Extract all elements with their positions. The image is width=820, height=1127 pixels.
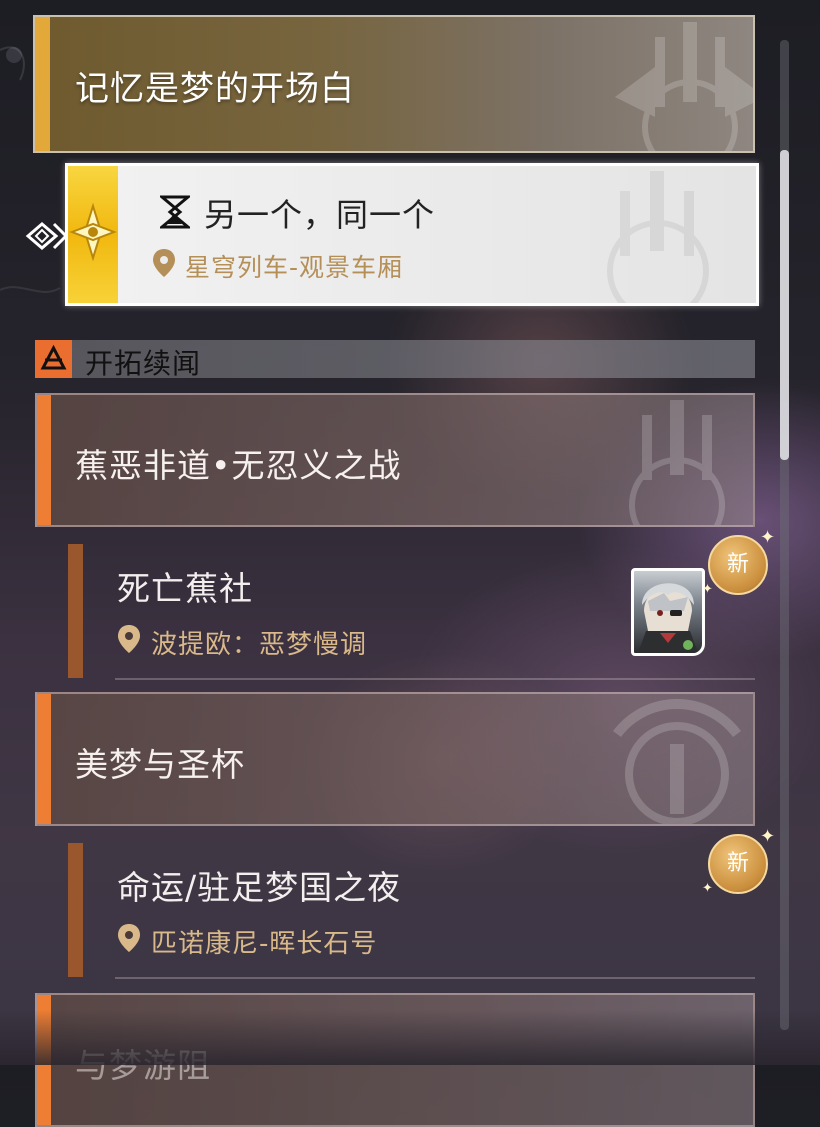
sparkle-icon: ✦ — [702, 881, 713, 896]
scrollbar-thumb[interactable] — [780, 150, 789, 460]
chapter-header-card[interactable]: 记忆是梦的开场白 — [33, 15, 755, 153]
star-emblem-icon — [69, 202, 117, 262]
quest-title: 命运/驻足梦国之夜 — [117, 868, 402, 907]
selected-quest-location: 星穹列车-观景车厢 — [185, 253, 404, 282]
quest-list-item[interactable]: 命运/驻足梦国之夜 匹诺康尼-晖长石号 新 ✦ ✦ — [35, 828, 775, 979]
quest-list-item[interactable]: 死亡蕉社 波提欧：恶梦慢调 新 ✦ ✦ — [35, 529, 775, 680]
quest-type-strip — [68, 166, 118, 303]
emblem-decoration-icon — [613, 699, 741, 824]
sparkle-icon: ✦ — [760, 826, 776, 847]
chapter-accent-bar — [35, 17, 50, 151]
divider — [115, 977, 755, 979]
quest-group-card[interactable]: 美梦与圣杯 — [35, 692, 755, 826]
selected-quest-card[interactable]: 另一个，同一个 星穹列车-观景车厢 — [65, 163, 759, 306]
section-header: 开拓续闻 — [35, 340, 755, 380]
group-accent-bar — [37, 694, 51, 824]
location-pin-icon — [118, 924, 140, 952]
emblem-decoration-icon — [607, 171, 709, 303]
group-title: 美梦与圣杯 — [75, 745, 245, 784]
emblem-decoration-icon — [629, 400, 725, 525]
quest-title: 死亡蕉社 — [117, 569, 253, 608]
quest-location: 波提欧：恶梦慢调 — [151, 630, 368, 660]
hourglass-icon — [160, 195, 190, 229]
quest-accent-bar — [68, 544, 83, 678]
group-accent-bar — [37, 395, 51, 525]
quest-location: 匹诺康尼-晖长石号 — [151, 929, 378, 959]
divider — [115, 678, 755, 680]
character-avatar — [631, 568, 705, 656]
quest-accent-bar — [68, 843, 83, 977]
selection-indicator-icon — [25, 222, 68, 250]
trailblaze-icon — [35, 340, 72, 378]
sparkle-icon: ✦ — [702, 582, 713, 597]
new-badge: 新 ✦ ✦ — [702, 826, 776, 897]
emblem-decoration-icon — [615, 22, 753, 151]
location-pin-icon — [118, 625, 140, 653]
section-label: 开拓续闻 — [85, 347, 202, 380]
chapter-title: 记忆是梦的开场白 — [75, 69, 355, 109]
sparkle-icon: ✦ — [760, 527, 776, 548]
selected-quest-title: 另一个，同一个 — [204, 196, 436, 234]
new-badge: 新 ✦ ✦ — [702, 527, 776, 598]
list-fade-overlay — [0, 1010, 820, 1065]
group-title: 蕉恶非道•无忍义之战 — [75, 446, 402, 485]
quest-group-card[interactable]: 蕉恶非道•无忍义之战 — [35, 393, 755, 527]
location-pin-icon — [153, 249, 175, 277]
